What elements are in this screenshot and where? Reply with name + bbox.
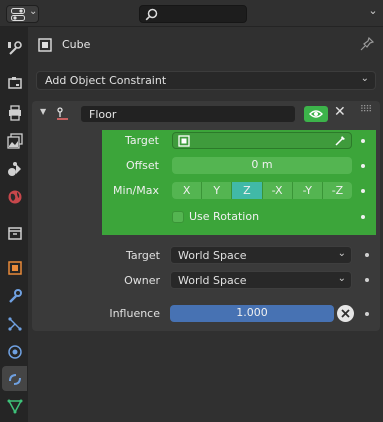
add-object-constraint-dropdown[interactable]: Add Object Constraint ⌄: [36, 71, 376, 90]
influence-slider[interactable]: 1.000: [170, 305, 334, 322]
physics-orbit-icon: [7, 344, 22, 359]
collection-tab[interactable]: [2, 220, 27, 245]
world-tab[interactable]: [2, 184, 27, 209]
constraint-header: ▼ Floor ✕ ⠿⠿: [32, 101, 380, 127]
target-field[interactable]: [172, 132, 352, 149]
camera-back-icon: [7, 76, 22, 89]
search-input[interactable]: [139, 5, 247, 23]
render-tab[interactable]: [2, 70, 27, 95]
chevron-down-icon: ⌄: [29, 6, 38, 17]
chevron-down-icon: ⌄: [337, 273, 346, 284]
object-name: Cube: [62, 38, 91, 51]
output-tab[interactable]: [2, 100, 27, 125]
animate-property-dot[interactable]: [361, 215, 365, 219]
eyedropper-icon[interactable]: [334, 134, 347, 147]
pin-icon[interactable]: [360, 37, 374, 51]
minmax-axis-selector: X Y Z -X -Y -Z: [172, 182, 353, 199]
physics-tab[interactable]: [2, 339, 27, 364]
axis-neg-y-button[interactable]: -Y: [292, 182, 323, 199]
offset-field[interactable]: 0 m: [172, 157, 352, 174]
eye-icon: [309, 110, 323, 118]
properties-main: Cube Add Object Constraint ⌄ ▼ Floor ✕ ⠿…: [28, 27, 383, 422]
checkbox-box[interactable]: [172, 210, 184, 223]
influence-label: Influence: [109, 307, 160, 320]
owner-space-dropdown[interactable]: World Space ⌄: [170, 271, 352, 289]
offset-value: 0 m: [251, 158, 273, 171]
add-object-constraint-label: Add Object Constraint: [45, 74, 167, 87]
axis-z-button[interactable]: Z: [232, 182, 263, 199]
scene-tab[interactable]: [2, 156, 27, 181]
axis-neg-x-button[interactable]: -X: [262, 182, 293, 199]
modifier-tab[interactable]: [2, 283, 27, 308]
constraint-name-field[interactable]: Floor: [80, 105, 296, 123]
wrench-icon: [8, 288, 22, 303]
collection-box-icon: [7, 226, 22, 240]
particles-icon: [7, 316, 22, 331]
chevron-down-icon: ⌄: [360, 73, 369, 84]
animate-property-dot[interactable]: [361, 139, 365, 143]
target-space-label: Target: [125, 249, 160, 262]
close-icon[interactable]: ✕: [334, 104, 346, 120]
tool-tab[interactable]: [2, 35, 27, 60]
target-space-dropdown[interactable]: World Space ⌄: [170, 246, 352, 264]
animate-property-dot[interactable]: [361, 189, 365, 193]
properties-tab-bar: [0, 27, 28, 422]
owner-space-value: World Space: [178, 274, 247, 287]
printer-icon: [8, 104, 21, 121]
object-square-icon: [38, 38, 52, 52]
options-chevron-icon[interactable]: ⌄: [366, 4, 380, 22]
chevron-down-icon: ⌄: [337, 248, 346, 259]
object-square-icon: [7, 260, 22, 275]
constraints-tab[interactable]: [2, 366, 27, 391]
floor-constraint-icon: [57, 107, 68, 120]
scene-icon: [7, 161, 21, 176]
axis-x-button[interactable]: X: [172, 182, 203, 199]
offset-label: Offset: [125, 159, 159, 172]
minmax-label: Min/Max: [113, 184, 159, 197]
object-tab[interactable]: [2, 255, 27, 280]
animate-property-dot[interactable]: [361, 164, 365, 168]
editor-type-button[interactable]: ⌄: [6, 5, 39, 23]
enable-toggle[interactable]: [304, 106, 328, 122]
data-tab[interactable]: [2, 393, 27, 418]
collapse-arrow-icon[interactable]: ▼: [40, 107, 46, 116]
mesh-triangle-icon: [7, 399, 22, 414]
properties-editor-icon: [11, 8, 25, 21]
view-layer-tab[interactable]: [2, 128, 27, 153]
use-rotation-checkbox[interactable]: Use Rotation: [172, 208, 259, 225]
header-bar: ⌄ ⌄: [0, 0, 383, 27]
object-header: Cube: [28, 27, 383, 63]
constraint-settings-box: Target Offset 0 m Min/Max X Y Z -X -Y -Z…: [102, 130, 376, 235]
animate-property-dot[interactable]: [365, 253, 369, 257]
disable-keep-transform-button[interactable]: [337, 305, 354, 322]
constraint-name: Floor: [89, 108, 117, 121]
search-icon: [145, 8, 158, 21]
object-square-icon: [178, 135, 190, 147]
target-space-value: World Space: [178, 249, 247, 262]
close-icon: [341, 309, 350, 318]
object-constraint-icon: [8, 373, 21, 385]
drag-grip-icon[interactable]: ⠿⠿: [360, 105, 372, 115]
axis-y-button[interactable]: Y: [202, 182, 233, 199]
particles-tab[interactable]: [2, 311, 27, 336]
wrench-screwdriver-icon: [7, 40, 22, 55]
image-stack-icon: [6, 132, 23, 149]
animate-property-dot[interactable]: [365, 312, 369, 316]
owner-space-label: Owner: [124, 274, 160, 287]
floor-constraint-panel: ▼ Floor ✕ ⠿⠿ Target Offset 0 m Min/Max X…: [32, 101, 380, 331]
world-icon: [8, 190, 21, 203]
influence-value: 1.000: [236, 306, 268, 319]
animate-property-dot[interactable]: [365, 278, 369, 282]
target-label: Target: [124, 134, 159, 147]
use-rotation-label: Use Rotation: [189, 210, 260, 223]
axis-neg-z-button[interactable]: -Z: [322, 182, 353, 199]
